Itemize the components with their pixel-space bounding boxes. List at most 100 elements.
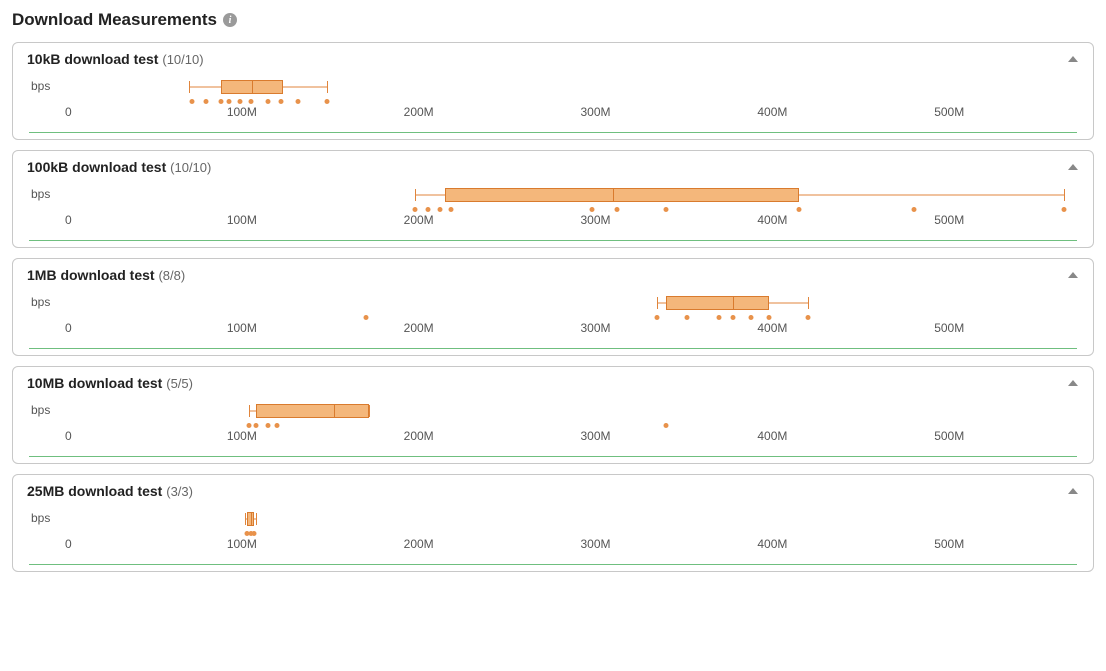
axis-tick: 100M [227, 105, 257, 119]
plot-area [65, 73, 1073, 101]
data-point [278, 99, 283, 104]
data-point [253, 423, 258, 428]
axis-tick: 400M [757, 321, 787, 335]
card-header[interactable]: 10MB download test (5/5) [27, 375, 1079, 391]
axis-tick: 0 [65, 105, 72, 119]
boxplot-chart: bps0100M200M300M400M500M [27, 505, 1079, 565]
x-axis: 0100M200M300M400M500M [65, 321, 1073, 343]
card-count: (5/5) [166, 376, 193, 391]
median-line [252, 80, 253, 94]
whisker-cap [249, 405, 250, 417]
axis-tick: 0 [65, 213, 72, 227]
data-point [911, 207, 916, 212]
data-point [664, 423, 669, 428]
plot-area [65, 505, 1073, 533]
axis-tick: 300M [581, 537, 611, 551]
section-title: Download Measurements i [12, 10, 1094, 30]
card-header[interactable]: 25MB download test (3/3) [27, 483, 1079, 499]
card-title-text: 10kB download test [27, 51, 158, 67]
card-header[interactable]: 100kB download test (10/10) [27, 159, 1079, 175]
axis-tick: 100M [227, 213, 257, 227]
data-point [246, 423, 251, 428]
data-point [448, 207, 453, 212]
whisker-cap [327, 81, 328, 93]
axis-tick: 400M [757, 537, 787, 551]
data-point [266, 99, 271, 104]
data-point [275, 423, 280, 428]
card-title-text: 25MB download test [27, 483, 162, 499]
plot-area [65, 181, 1073, 209]
card-title-text: 100kB download test [27, 159, 166, 175]
data-point [190, 99, 195, 104]
data-point [238, 99, 243, 104]
y-axis-label: bps [31, 403, 50, 417]
data-point [266, 423, 271, 428]
data-point [655, 315, 660, 320]
median-line [334, 404, 335, 418]
median-line [613, 188, 614, 202]
axis-tick: 500M [934, 429, 964, 443]
card-title-text: 10MB download test [27, 375, 162, 391]
data-point [664, 207, 669, 212]
axis-tick: 300M [581, 213, 611, 227]
baseline-indicator [29, 348, 1077, 350]
info-icon[interactable]: i [223, 13, 237, 27]
boxplot-chart: bps0100M200M300M400M500M [27, 181, 1079, 241]
data-point [425, 207, 430, 212]
data-point [437, 207, 442, 212]
card-title: 1MB download test (8/8) [27, 267, 185, 283]
card-title: 100kB download test (10/10) [27, 159, 211, 175]
axis-tick: 200M [404, 213, 434, 227]
data-point [685, 315, 690, 320]
baseline-indicator [29, 456, 1077, 458]
section-title-text: Download Measurements [12, 10, 217, 30]
axis-tick: 0 [65, 429, 72, 443]
boxplot-chart: bps0100M200M300M400M500M [27, 289, 1079, 349]
whisker-cap [369, 405, 370, 417]
data-point [324, 99, 329, 104]
card-title: 10MB download test (5/5) [27, 375, 193, 391]
data-point [296, 99, 301, 104]
axis-tick: 400M [757, 429, 787, 443]
data-point [1062, 207, 1067, 212]
collapse-up-icon[interactable] [1067, 486, 1079, 496]
card-header[interactable]: 1MB download test (8/8) [27, 267, 1079, 283]
axis-tick: 500M [934, 105, 964, 119]
whisker-cap [256, 513, 257, 525]
cards-container: 10kB download test (10/10) bps 0 100M 200M 30… [12, 42, 1094, 572]
collapse-up-icon[interactable] [1067, 270, 1079, 280]
baseline-indicator [29, 240, 1077, 242]
whisker-cap [808, 297, 809, 309]
data-point [363, 315, 368, 320]
axis-tick: 200M [404, 105, 434, 119]
box [666, 296, 769, 310]
axis-tick: 500M [934, 321, 964, 335]
axis-tick: 200M [404, 537, 434, 551]
y-axis-label: bps [31, 295, 50, 309]
boxplot-chart: bps0100M200M300M400M500M [27, 397, 1079, 457]
boxplot-chart: bps0100M200M300M400M500M [27, 73, 1079, 133]
plot-area [65, 289, 1073, 317]
y-axis-label: bps [31, 79, 50, 93]
x-axis: 0100M200M300M400M500M [65, 537, 1073, 559]
data-point [413, 207, 418, 212]
collapse-up-icon[interactable] [1067, 378, 1079, 388]
collapse-up-icon[interactable] [1067, 162, 1079, 172]
data-point [252, 531, 257, 536]
baseline-indicator [29, 132, 1077, 134]
card-title: 10kB download test (10/10) [27, 51, 204, 67]
axis-tick: 300M [581, 429, 611, 443]
axis-tick: 200M [404, 321, 434, 335]
median-line [733, 296, 734, 310]
data-point [204, 99, 209, 104]
whisker-cap [189, 81, 190, 93]
whisker-cap [657, 297, 658, 309]
collapse-up-icon[interactable] [1067, 54, 1079, 64]
card-count: (8/8) [158, 268, 185, 283]
box [256, 404, 369, 418]
baseline-indicator [29, 564, 1077, 566]
axis-tick: 100M [227, 537, 257, 551]
box [445, 188, 799, 202]
card-header[interactable]: 10kB download test (10/10) [27, 51, 1079, 67]
axis-tick: 500M [934, 213, 964, 227]
